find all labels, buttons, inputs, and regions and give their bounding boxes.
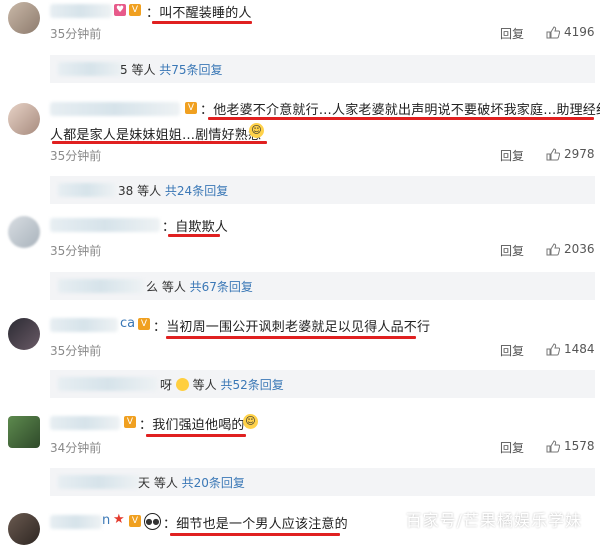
reply-summary[interactable]: 38 等人 共24条回复: [50, 176, 595, 204]
username-tail[interactable]: ca: [120, 316, 135, 331]
reply-summary-text: 38 等人: [118, 184, 162, 198]
view-replies-link[interactable]: 共75条回复: [159, 63, 222, 77]
replier-names: [58, 279, 144, 293]
like-button[interactable]: 1578: [546, 439, 595, 453]
comment-text: ：细节也是一个男人应该注意的: [163, 517, 348, 532]
highlight-underline: [152, 21, 252, 24]
vip-heart-icon: ♥: [114, 4, 126, 16]
username[interactable]: [50, 102, 180, 116]
timestamp: 35分钟前: [50, 149, 102, 163]
avatar[interactable]: [8, 103, 40, 135]
username[interactable]: [50, 515, 102, 529]
highlight-underline: [170, 533, 340, 536]
thumbs-up-icon: [546, 147, 560, 160]
timestamp: 35分钟前: [50, 344, 102, 358]
view-replies-link[interactable]: 共24条回复: [165, 184, 228, 198]
reply-button[interactable]: 回复: [500, 147, 524, 164]
thumbs-up-icon: [546, 342, 560, 355]
reply-summary-text: 天 等人: [138, 476, 178, 490]
reply-summary[interactable]: 么 等人 共67条回复: [50, 272, 595, 300]
view-replies-link[interactable]: 共20条回复: [182, 476, 245, 490]
highlight-underline: [208, 117, 594, 120]
avatar[interactable]: [8, 318, 40, 350]
star-icon: ★: [113, 512, 125, 527]
comment-text: ：我们强迫他喝的: [139, 418, 245, 433]
timestamp: 35分钟前: [50, 27, 102, 41]
username[interactable]: [50, 318, 118, 332]
thumbs-up-icon: [546, 242, 560, 255]
replier-names: [58, 475, 140, 489]
vip-badge-icon: V: [185, 102, 197, 114]
replier-names: [58, 62, 124, 76]
reply-summary-text: 呀: [160, 378, 173, 392]
username-tail[interactable]: n: [102, 513, 110, 528]
watermark: 百家号/芒果橘娱乐学妹: [405, 511, 582, 530]
highlight-underline: [146, 434, 246, 437]
view-replies-link[interactable]: 共67条回复: [190, 280, 253, 294]
highlight-underline: [168, 234, 220, 237]
vip-badge-icon: V: [124, 416, 136, 428]
reply-summary[interactable]: 5 等人 共75条回复: [50, 55, 595, 83]
username[interactable]: [50, 416, 120, 430]
vip-badge-icon: V: [129, 515, 141, 527]
reply-summary-text: 么 等人: [146, 280, 186, 294]
replier-names: [58, 183, 116, 197]
vip-badge-icon: V: [138, 318, 150, 330]
laugh-emoji-icon: ☺: [243, 414, 258, 429]
like-button[interactable]: 1484: [546, 342, 595, 356]
highlight-underline: [166, 336, 416, 339]
like-count: 2036: [564, 242, 595, 256]
username[interactable]: [50, 218, 160, 232]
avatar[interactable]: [8, 216, 40, 248]
like-count: 4196: [564, 25, 595, 39]
reply-summary-text2: 等人: [192, 378, 217, 392]
timestamp: 35分钟前: [50, 244, 102, 258]
like-count: 2978: [564, 147, 595, 161]
like-count: 1578: [564, 439, 595, 453]
view-replies-link[interactable]: 共52条回复: [221, 378, 284, 392]
reply-summary[interactable]: 呀 等人 共52条回复: [50, 370, 595, 398]
vip-badge-icon: V: [129, 4, 141, 16]
avatar[interactable]: [8, 513, 40, 545]
reply-button[interactable]: 回复: [500, 342, 524, 359]
username[interactable]: [50, 4, 112, 18]
avatar[interactable]: [8, 2, 40, 34]
reply-button[interactable]: 回复: [500, 242, 524, 259]
panda-icon: ●●: [144, 513, 161, 530]
comment-text: ：叫不醒装睡的人: [146, 6, 252, 21]
emoji-icon: [175, 378, 189, 391]
replier-names: [58, 377, 158, 391]
thumbs-up-icon: [546, 25, 560, 38]
comment-text: ：当初周一围公开讽刺老婆就足以见得人品不行: [153, 320, 431, 335]
reply-summary[interactable]: 天 等人 共20条回复: [50, 468, 595, 496]
like-button[interactable]: 2978: [546, 147, 595, 161]
reply-button[interactable]: 回复: [500, 25, 524, 42]
like-count: 1484: [564, 342, 595, 356]
thumbs-up-icon: [546, 439, 560, 452]
avatar[interactable]: [8, 416, 40, 448]
reply-button[interactable]: 回复: [500, 439, 524, 456]
highlight-underline: [52, 141, 267, 144]
like-button[interactable]: 2036: [546, 242, 595, 256]
comment-text: ：自欺欺人: [162, 220, 229, 235]
reply-summary-text: 5 等人: [120, 63, 156, 77]
smile-emoji-icon: ☺: [249, 123, 264, 138]
like-button[interactable]: 4196: [546, 25, 595, 39]
timestamp: 34分钟前: [50, 441, 102, 455]
comment-text: ：他老婆不介意就行…人家老婆就出声明说不要破坏我家庭…助理经纪: [200, 103, 600, 118]
